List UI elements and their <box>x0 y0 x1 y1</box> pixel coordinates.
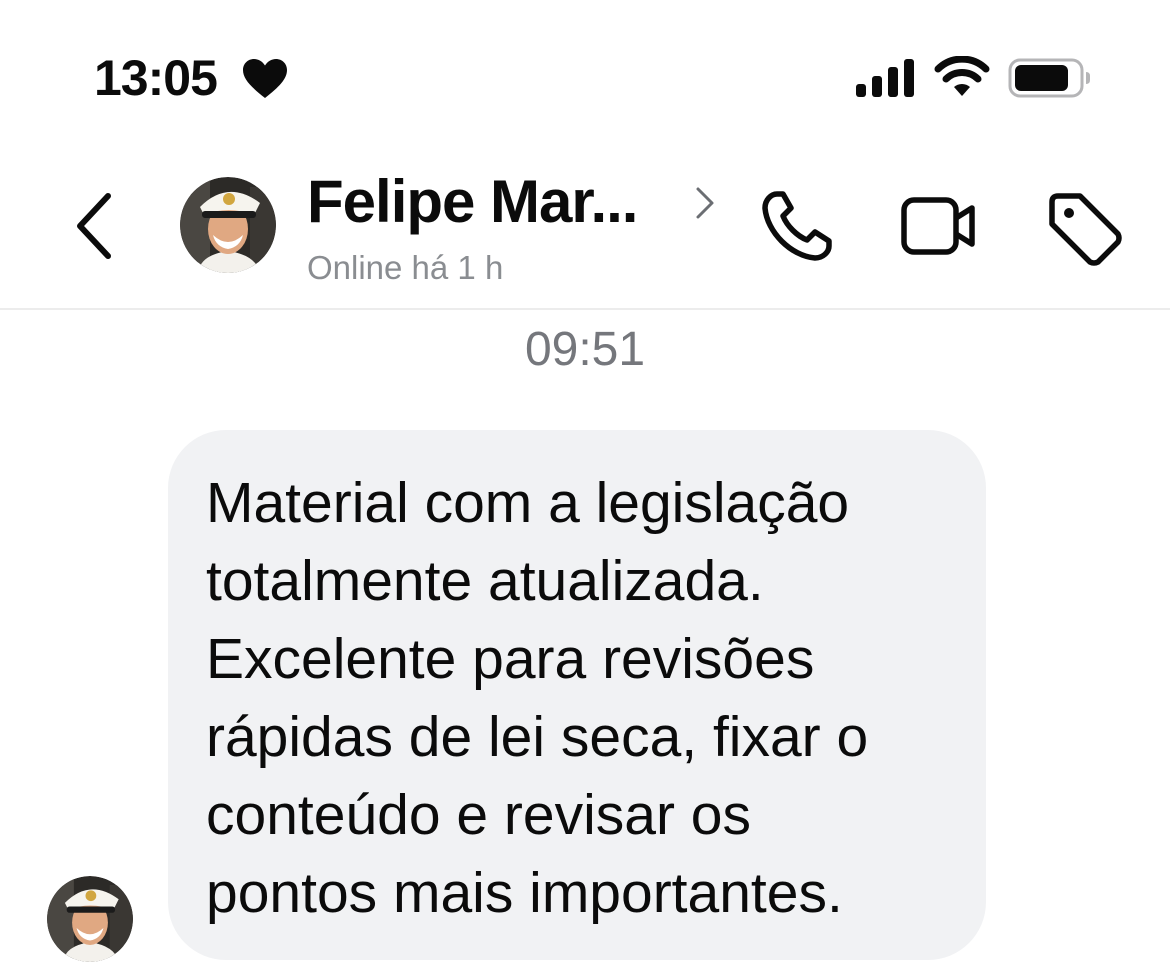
message-timestamp: 09:51 <box>524 323 646 376</box>
voice-call-button[interactable] <box>755 186 837 268</box>
avatar-photo <box>180 177 276 273</box>
message-text: Material com a legislação totalmente atu… <box>206 471 869 925</box>
contact-status: Online há 1 h <box>307 249 504 286</box>
tag-button[interactable] <box>1042 186 1126 270</box>
wifi-icon <box>934 56 990 98</box>
avatar-photo <box>47 876 133 962</box>
tag-icon <box>1049 193 1122 266</box>
phone-icon <box>762 191 832 261</box>
battery-level-fill <box>1015 65 1068 91</box>
sender-avatar[interactable] <box>47 876 133 962</box>
video-call-button[interactable] <box>896 190 982 262</box>
video-camera-icon <box>901 197 975 255</box>
back-button[interactable] <box>66 188 122 264</box>
heart-icon <box>242 58 288 100</box>
battery-icon <box>1008 58 1092 98</box>
incoming-message-bubble[interactable]: Material com a legislação totalmente atu… <box>168 430 986 960</box>
status-time: 13:05 <box>94 50 218 106</box>
contact-name[interactable]: Felipe Mar... <box>307 168 638 236</box>
status-bar: 13:05 <box>0 0 1170 140</box>
chevron-left-icon <box>77 193 111 259</box>
contact-avatar[interactable] <box>180 177 276 273</box>
chevron-right-icon[interactable] <box>692 183 718 223</box>
cellular-signal-icon <box>855 58 915 98</box>
chat-header: Felipe Mar... Online há 1 h <box>0 140 1170 310</box>
